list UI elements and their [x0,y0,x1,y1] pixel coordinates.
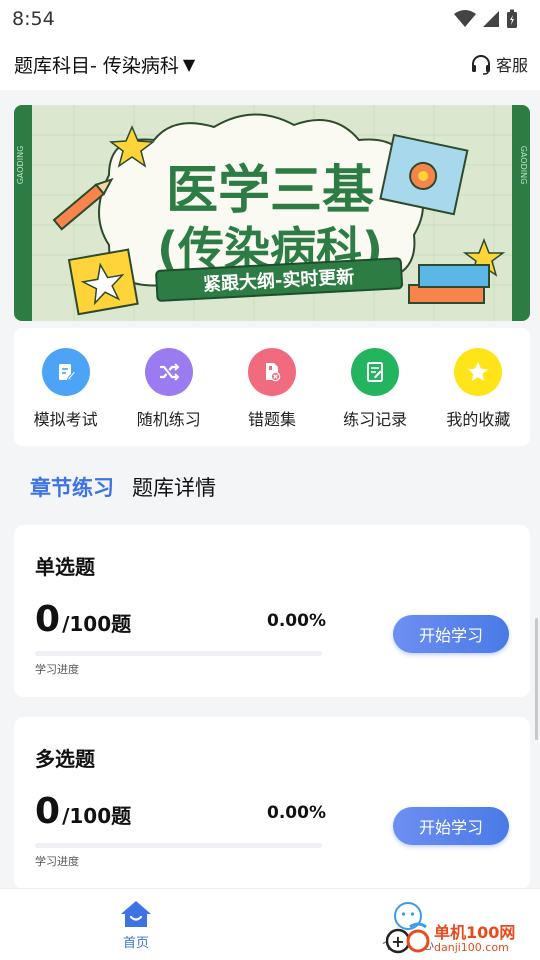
banner-side-mark-right: GAODING [519,146,528,185]
question-count: 0 /100题 [35,791,131,832]
watermark-line2: danji100.com [434,940,509,954]
customer-service-button[interactable]: 客服 [470,52,528,76]
star-icon [454,348,503,396]
banner-illustration: 医学三基 (传染病科) 紧跟大纲-实时更新 GAODING GAODING [14,105,530,321]
wrong-questions-icon [247,348,296,396]
menu-label: 错题集 [247,410,296,429]
nav-home-label: 首页 [122,936,149,951]
record-icon [351,348,400,396]
question-type-title: 多选题 [35,747,95,771]
watermark-text: 单机100网 danji100.com [434,922,516,954]
progress-label: 学习进度 [35,663,79,676]
question-type-title: 单选题 [35,555,95,579]
start-study-button[interactable]: 开始学习 [393,807,509,845]
menu-item-practice-record[interactable]: 练习记录 [325,348,425,430]
menu-label: 我的收藏 [446,410,511,429]
promo-banner[interactable]: 医学三基 (传染病科) 紧跟大纲-实时更新 GAODING GAODING [14,105,530,321]
watermark-logo-icon: + [386,922,430,954]
menu-label: 练习记录 [343,410,408,429]
start-study-button[interactable]: 开始学习 [393,615,509,653]
status-icons [454,9,518,29]
top-bar: 题库科目- 传染病科 ▼ 客服 [0,38,540,90]
question-card-single: 单选题 0 /100题 0.00% 学习进度 开始学习 [14,525,530,697]
banner-title-line1: 医学三基 [166,161,374,221]
menu-item-wrong-questions[interactable]: 错题集 [222,348,322,430]
svg-text:+: + [391,932,404,951]
scrollbar[interactable] [535,618,538,740]
watermark-line1: 单机100网 [434,922,516,942]
progress-label: 学习进度 [35,855,79,868]
subject-selector[interactable]: 题库科目- 传染病科 ▼ [14,51,195,78]
headset-icon [471,55,490,75]
menu-item-mock-exam[interactable]: 模拟考试 [16,348,116,430]
question-count: 0 /100题 [35,599,131,640]
progress-bar [35,843,322,848]
done-count: 0 [35,791,61,832]
total-count: /100题 [62,804,132,828]
status-time: 8:54 [12,8,55,30]
menu-label: 随机练习 [136,410,201,429]
home-icon [121,901,151,927]
progress-percent: 0.00% [267,803,326,823]
nav-home[interactable]: 首页 [106,899,166,951]
tab-chapter-practice[interactable]: 章节练习 [30,472,114,502]
practice-tabs: 章节练习 题库详情 [30,472,216,502]
battery-icon [507,9,517,28]
question-card-multiple: 多选题 0 /100题 0.00% 学习进度 开始学习 [14,717,530,889]
service-label: 客服 [495,56,528,75]
quick-menu: 模拟考试 随机练习 错题集 练习记录 我的收藏 [14,328,530,446]
menu-item-random-practice[interactable]: 随机练习 [119,348,219,430]
total-count: /100题 [62,612,132,636]
progress-percent: 0.00% [267,611,326,631]
subject-label: 题库科目- 传染病科 [14,54,179,77]
exam-icon [41,348,90,396]
done-count: 0 [35,599,61,640]
wifi-icon [454,10,476,27]
progress-bar [35,651,322,656]
watermark: + 单机100网 danji100.com [386,920,515,958]
menu-item-favorites[interactable]: 我的收藏 [428,348,528,430]
caret-down-icon: ▼ [182,54,196,74]
shuffle-icon [144,348,193,396]
banner-side-mark: GAODING [16,146,25,185]
status-bar: 8:54 [0,0,540,38]
signal-icon [483,11,499,27]
menu-label: 模拟考试 [33,410,98,429]
tab-bank-details[interactable]: 题库详情 [132,472,216,502]
